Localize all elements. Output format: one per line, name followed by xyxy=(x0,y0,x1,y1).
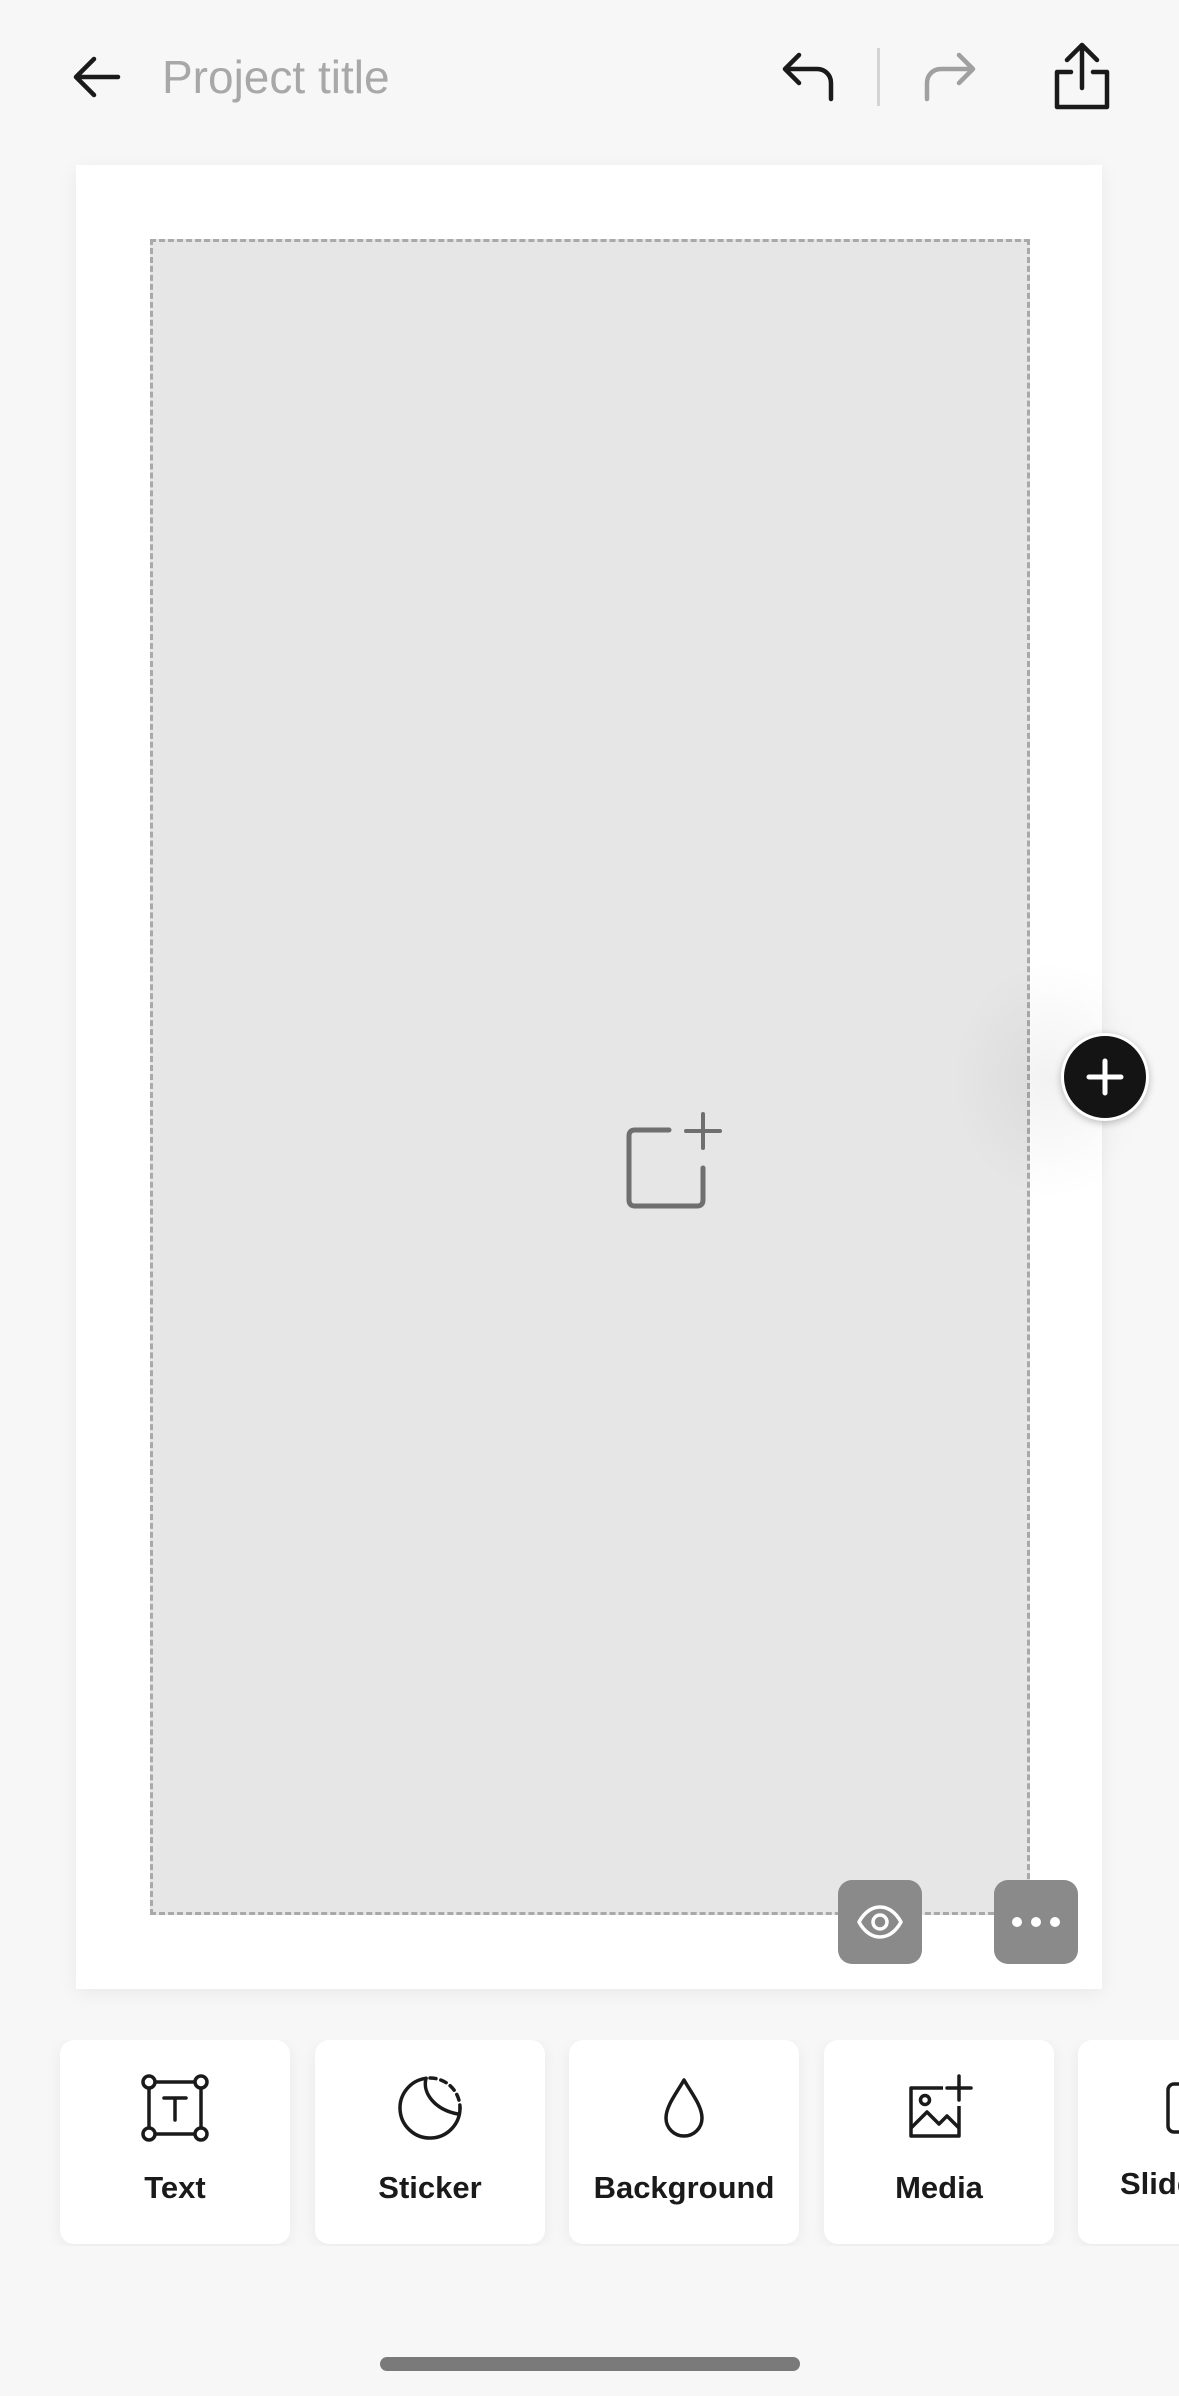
history-divider xyxy=(877,48,880,106)
tool-label: Background xyxy=(593,2170,775,2205)
media-drop-zone[interactable] xyxy=(150,239,1030,1915)
redo-button[interactable] xyxy=(914,40,986,112)
plus-icon xyxy=(1086,1058,1124,1096)
more-options-button[interactable] xyxy=(994,1880,1078,1964)
eye-icon xyxy=(857,1905,903,1939)
add-page-button[interactable] xyxy=(1061,1033,1149,1121)
share-button[interactable] xyxy=(1045,36,1119,116)
share-icon xyxy=(1054,42,1110,110)
preview-button[interactable] xyxy=(838,1880,922,1964)
tool-sticker[interactable]: Sticker xyxy=(315,2040,545,2244)
tool-background[interactable]: Background xyxy=(569,2040,799,2244)
header xyxy=(0,0,1179,150)
project-title-input[interactable] xyxy=(162,44,722,110)
back-button[interactable] xyxy=(62,42,132,112)
tool-label: Sticker xyxy=(378,2170,482,2205)
text-frame-icon xyxy=(141,2074,209,2142)
tool-label: Text xyxy=(144,2170,206,2205)
redo-icon xyxy=(924,52,976,102)
tool-media[interactable]: Media xyxy=(824,2040,1054,2244)
tool-text[interactable]: Text xyxy=(60,2040,290,2244)
tool-label: Slide xyxy=(1120,2166,1179,2201)
tool-label: Media xyxy=(895,2170,983,2205)
bottom-toolbar: Text Sticker Background Media Slid xyxy=(0,2040,1179,2246)
tool-slide[interactable]: Slide xyxy=(1078,2040,1179,2244)
sticker-icon xyxy=(398,2076,462,2140)
slide-icon xyxy=(1166,2082,1179,2134)
more-horizontal-icon xyxy=(1012,1917,1060,1927)
undo-button[interactable] xyxy=(772,40,844,112)
editor-screen: Text Sticker Background xyxy=(0,0,1179,2396)
undo-icon xyxy=(782,52,834,102)
image-plus-icon xyxy=(909,2074,973,2138)
canvas-page xyxy=(76,165,1102,1989)
droplet-icon xyxy=(664,2078,704,2138)
add-media-icon xyxy=(626,1112,722,1209)
arrow-left-icon xyxy=(73,56,121,98)
home-indicator[interactable] xyxy=(380,2357,800,2371)
